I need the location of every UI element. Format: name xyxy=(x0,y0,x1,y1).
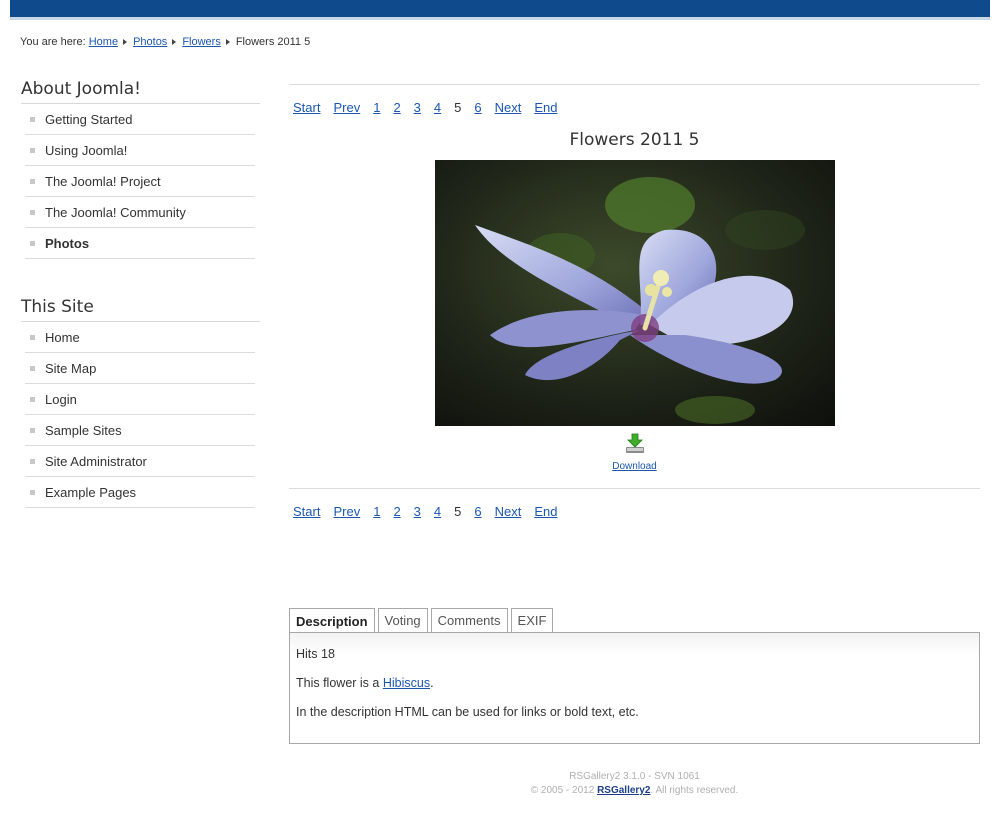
download-link[interactable]: Download xyxy=(612,461,656,472)
bullet-icon xyxy=(30,458,35,464)
pager-page-2[interactable]: 2 xyxy=(393,504,400,519)
menu-item-login[interactable]: Login xyxy=(25,384,255,415)
pager-prev-link[interactable]: Prev xyxy=(333,504,360,519)
pager-page-1[interactable]: 1 xyxy=(373,100,380,115)
menu-item-site-administrator[interactable]: Site Administrator xyxy=(25,446,255,477)
gallery-main: Start Prev 1 2 3 4 5 6 Next End Flowers … xyxy=(289,84,980,533)
image-title: Flowers 2011 5 xyxy=(569,130,700,150)
tab-voting[interactable]: Voting xyxy=(377,608,428,632)
download-area: Download xyxy=(289,432,980,488)
breadcrumb-current: Flowers 2011 5 xyxy=(235,36,311,48)
pager-page-4[interactable]: 4 xyxy=(434,100,441,115)
description-line-1: This flower is a Hibiscus. xyxy=(296,676,434,690)
bullet-icon xyxy=(30,489,35,495)
pager-end-link[interactable]: End xyxy=(534,100,557,115)
tab-exif[interactable]: EXIF xyxy=(510,608,554,632)
gallery-footer: RSGallery2 3.1.0 - SVN 1061 © 2005 - 201… xyxy=(289,770,980,798)
footer-copyright: © 2005 - 2012 RSGallery2. All rights res… xyxy=(530,785,739,796)
this-site-module: This Site Home Site Map Login Sample Sit… xyxy=(21,297,260,508)
menu-item-getting-started[interactable]: Getting Started xyxy=(25,104,255,135)
bullet-icon xyxy=(30,334,35,340)
pager-page-1[interactable]: 1 xyxy=(373,504,380,519)
breadcrumb: You are here: Home Photos Flowers Flowers 2… xyxy=(20,36,310,48)
pager-start-link[interactable]: Start xyxy=(293,504,320,519)
bullet-icon xyxy=(30,427,35,433)
breadcrumb-arrow-icon xyxy=(123,39,128,45)
pager-page-3[interactable]: 3 xyxy=(414,100,421,115)
module-title-about: About Joomla! xyxy=(21,79,260,104)
pager-page-3[interactable]: 3 xyxy=(414,504,421,519)
breadcrumb-arrow-icon xyxy=(172,39,177,45)
module-title-this-site: This Site xyxy=(21,297,260,322)
pager-start-link[interactable]: Start xyxy=(293,100,320,115)
hibiscus-photo xyxy=(434,160,835,426)
rsgallery2-link[interactable]: RSGallery2 xyxy=(597,785,650,796)
bullet-icon xyxy=(30,396,35,402)
site-menu: Home Site Map Login Sample Sites Site Ad… xyxy=(25,322,255,508)
pager-current-page: 5 xyxy=(454,99,462,115)
tab-comments[interactable]: Comments xyxy=(430,608,508,632)
menu-item-home[interactable]: Home xyxy=(25,322,255,353)
bullet-icon xyxy=(30,147,35,153)
bullet-icon xyxy=(30,178,35,184)
breadcrumb-photos-link[interactable]: Photos xyxy=(133,36,167,48)
bullet-icon xyxy=(30,365,35,371)
menu-item-sample-sites[interactable]: Sample Sites xyxy=(25,415,255,446)
pager-end-link[interactable]: End xyxy=(534,504,557,519)
pager-current-page: 5 xyxy=(454,503,462,519)
about-menu: Getting Started Using Joomla! The Joomla… xyxy=(25,104,255,259)
header-bar xyxy=(10,0,990,20)
pager-top: Start Prev 1 2 3 4 5 6 Next End xyxy=(289,85,980,129)
info-tabs: Description Voting Comments EXIF xyxy=(289,608,556,633)
pager-page-2[interactable]: 2 xyxy=(393,100,400,115)
download-icon[interactable] xyxy=(623,432,647,456)
hibiscus-link[interactable]: Hibiscus xyxy=(383,676,430,690)
pager-prev-link[interactable]: Prev xyxy=(333,100,360,115)
description-panel: Hits 18 This flower is a Hibiscus. In th… xyxy=(289,632,980,744)
menu-item-photos[interactable]: Photos xyxy=(25,228,255,259)
menu-item-using-joomla[interactable]: Using Joomla! xyxy=(25,135,255,166)
breadcrumb-home-link[interactable]: Home xyxy=(89,36,118,48)
bullet-icon xyxy=(30,209,35,215)
menu-item-example-pages[interactable]: Example Pages xyxy=(25,477,255,508)
bullet-icon xyxy=(30,116,35,122)
pager-next-link[interactable]: Next xyxy=(495,100,522,115)
tab-description[interactable]: Description xyxy=(289,608,375,633)
pager-page-6[interactable]: 6 xyxy=(474,504,481,519)
about-joomla-module: About Joomla! Getting Started Using Joom… xyxy=(21,79,260,259)
pager-bottom: Start Prev 1 2 3 4 5 6 Next End xyxy=(289,489,980,533)
pager-page-6[interactable]: 6 xyxy=(474,100,481,115)
breadcrumb-arrow-icon xyxy=(225,39,230,45)
pager-page-4[interactable]: 4 xyxy=(434,504,441,519)
hits-text: Hits 18 xyxy=(296,647,335,661)
footer-version: RSGallery2 3.1.0 - SVN 1061 xyxy=(569,771,700,782)
bullet-icon xyxy=(30,240,35,246)
pager-next-link[interactable]: Next xyxy=(495,504,522,519)
breadcrumb-flowers-link[interactable]: Flowers xyxy=(182,36,221,48)
menu-item-joomla-project[interactable]: The Joomla! Project xyxy=(25,166,255,197)
menu-item-site-map[interactable]: Site Map xyxy=(25,353,255,384)
breadcrumb-prefix: You are here: xyxy=(20,36,86,48)
menu-item-joomla-community[interactable]: The Joomla! Community xyxy=(25,197,255,228)
description-line-2: In the description HTML can be used for … xyxy=(296,705,639,719)
